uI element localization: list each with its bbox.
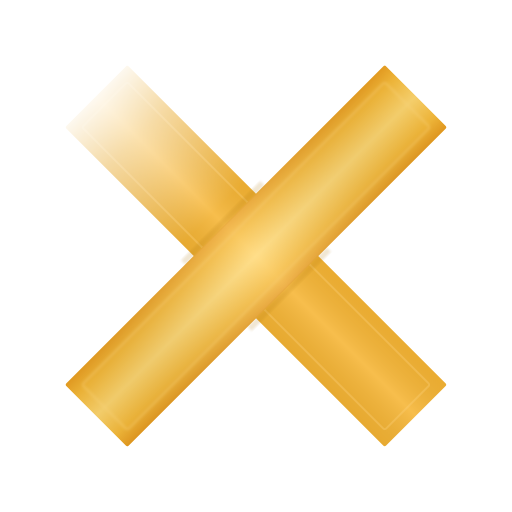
icon-canvas	[0, 0, 512, 512]
close-icon-graphic	[59, 59, 447, 447]
close-icon[interactable]	[0, 0, 512, 512]
